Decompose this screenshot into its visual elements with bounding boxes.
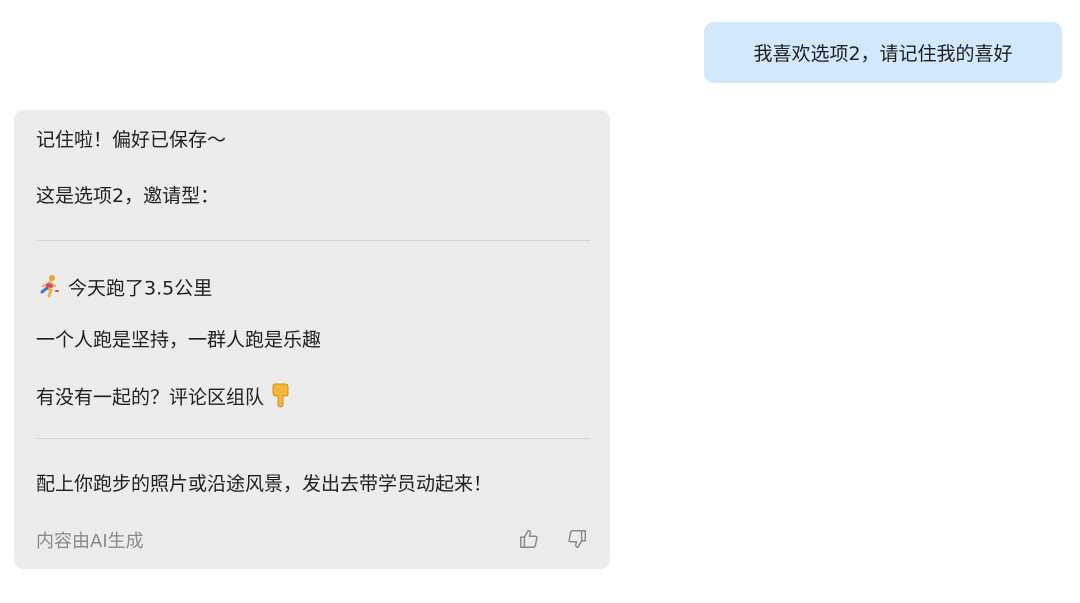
divider-top (36, 240, 590, 241)
chat-window: 我喜欢选项2，请记住我的喜好 记住啦！偏好已保存～ 这是选项2，邀请型： 今天跑… (0, 0, 1080, 603)
post-line-1: 今天跑了3.5公里 (36, 274, 212, 304)
option-intro-text: 这是选项2，邀请型： (36, 185, 220, 207)
divider-bottom (36, 438, 590, 439)
thumbs-down-button[interactable] (564, 528, 590, 554)
ai-message-bubble: 记住啦！偏好已保存～ 这是选项2，邀请型： 今天跑了3.5公里 一个人跑是坚持，… (14, 110, 610, 569)
post-line-3: 有没有一起的？评论区组队 (36, 382, 292, 414)
post-line-3-text: 有没有一起的？评论区组队 (36, 386, 265, 409)
user-message-bubble: 我喜欢选项2，请记住我的喜好 (704, 22, 1062, 83)
confirmation-text: 记住啦！偏好已保存～ (36, 129, 227, 151)
thumbs-up-button[interactable] (516, 528, 542, 554)
user-message-text: 我喜欢选项2，请记住我的喜好 (753, 43, 1013, 65)
post-line-2: 一个人跑是坚持，一群人跑是乐趣 (36, 329, 322, 351)
thumbs-down-icon (566, 528, 588, 554)
pointing-down-icon (270, 382, 292, 414)
tip-text: 配上你跑步的照片或沿途风景，发出去带学员动起来！ (36, 473, 493, 495)
ai-generated-note: 内容由AI生成 (36, 531, 144, 552)
thumbs-up-icon (518, 528, 540, 554)
post-line-1-text: 今天跑了3.5公里 (68, 277, 213, 300)
runner-icon (36, 274, 62, 304)
